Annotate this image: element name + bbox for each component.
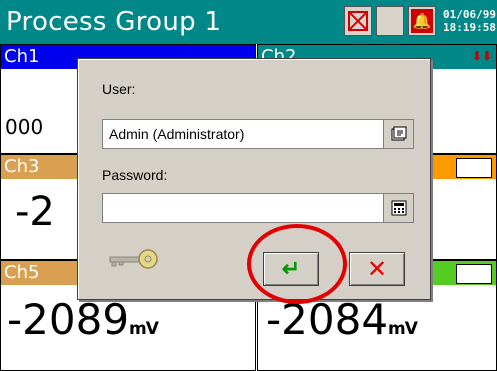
user-label: User: (102, 81, 136, 97)
alarm-button[interactable]: 🔔 (408, 6, 436, 36)
keypad-button[interactable] (383, 194, 413, 222)
user-value: Admin (Administrator) (109, 126, 245, 142)
bar-indicator (456, 158, 492, 178)
channel-value: -2089mV (7, 295, 159, 344)
password-field[interactable] (102, 193, 414, 223)
page-title: Process Group 1 (6, 7, 222, 37)
channel-value-number: -2089 (7, 295, 130, 344)
cancel-button[interactable]: ✕ (349, 252, 405, 286)
title-bar: Process Group 1 🔔 01/06/99 18:19:58 (0, 0, 497, 44)
user-select-icon (391, 126, 406, 141)
channel-unit: mV (388, 319, 418, 339)
user-field[interactable]: Admin (Administrator) (102, 119, 414, 149)
bell-icon: 🔔 (411, 9, 433, 33)
channel-value: 000 (5, 115, 44, 139)
channel-label: Ch1 (4, 46, 40, 67)
datetime: 01/06/99 18:19:58 (443, 8, 496, 34)
cancel-x-icon: ✕ (366, 255, 388, 283)
highlight-circle (247, 224, 347, 304)
keypad-icon (391, 200, 406, 216)
alarm-arrows-icon: ⬇⬇ (471, 49, 492, 63)
key-icon (109, 249, 158, 269)
channel-label: Ch3 (4, 156, 40, 177)
channel-value: -2 (15, 189, 55, 235)
channel-label: Ch5 (4, 262, 40, 283)
status-button[interactable] (376, 6, 404, 36)
channel-unit: mV (129, 319, 159, 339)
date-text: 01/06/99 (443, 8, 496, 21)
bar-indicator (456, 264, 492, 284)
time-text: 18:19:58 (443, 21, 496, 34)
alarm-reset-button[interactable] (344, 6, 372, 36)
alarm-x-icon (348, 11, 368, 31)
user-select-button[interactable] (383, 120, 413, 148)
password-label: Password: (102, 167, 168, 183)
